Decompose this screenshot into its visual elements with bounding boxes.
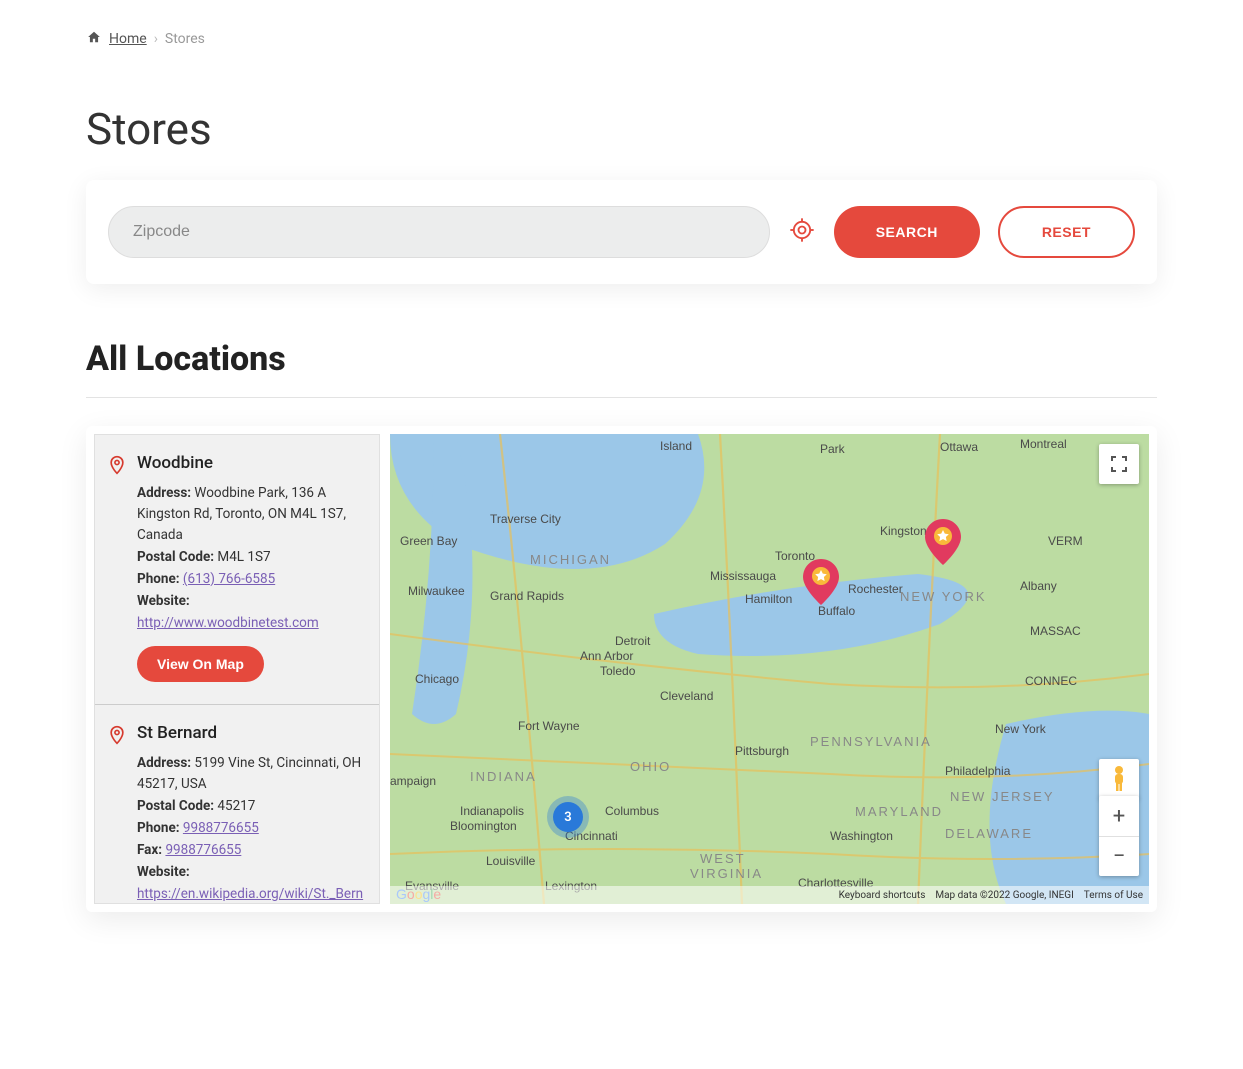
- map-label: Pittsburgh: [735, 744, 789, 758]
- map-label: MARYLAND: [855, 804, 943, 819]
- map-label: NEW JERSEY: [950, 789, 1055, 804]
- map-label: Toledo: [600, 664, 635, 678]
- map-label: Detroit: [615, 634, 650, 648]
- map-label: Washington: [830, 829, 893, 843]
- postal-label: Postal Code:: [137, 798, 214, 814]
- website-link[interactable]: http://www.woodbinetest.com: [137, 615, 319, 631]
- page-title: Stores: [86, 103, 1157, 155]
- map-pin-icon: [107, 725, 127, 749]
- map-pin-icon: [107, 455, 127, 479]
- map-label: OHIO: [630, 759, 671, 774]
- map-marker-icon[interactable]: [925, 519, 961, 565]
- address-label: Address:: [137, 755, 191, 771]
- map-label: Ann Arbor: [580, 649, 633, 663]
- reset-button[interactable]: RESET: [998, 206, 1135, 258]
- map-label: Fort Wayne: [518, 719, 580, 733]
- map-label: New York: [995, 722, 1046, 736]
- map-label: Hamilton: [745, 592, 792, 606]
- terms-link[interactable]: Terms of Use: [1084, 890, 1143, 901]
- location-name: St Bernard: [137, 723, 365, 743]
- phone-label: Phone:: [137, 820, 180, 836]
- zoom-in-button[interactable]: +: [1099, 796, 1139, 836]
- map-label: Chicago: [415, 672, 459, 686]
- chevron-right-icon: ›: [154, 31, 158, 47]
- locate-me-icon[interactable]: [788, 216, 816, 248]
- map-label: Philadelphia: [945, 764, 1010, 778]
- location-name: Woodbine: [137, 453, 365, 473]
- home-icon: [86, 30, 102, 48]
- map-label: Park: [820, 442, 845, 456]
- location-card: Woodbine Address: Woodbine Park, 136 A K…: [95, 435, 379, 705]
- breadcrumb-current: Stores: [165, 31, 205, 47]
- map-label: DELAWARE: [945, 826, 1033, 841]
- map-cluster-marker[interactable]: 3: [553, 802, 583, 832]
- map-label: Island: [660, 439, 692, 453]
- address-label: Address:: [137, 485, 191, 501]
- map-label: Ottawa: [940, 440, 978, 454]
- fax-link[interactable]: 9988776655: [165, 842, 241, 858]
- map-label: VERM: [1048, 534, 1083, 548]
- breadcrumb: Home › Stores: [86, 30, 1157, 48]
- locations-container: Woodbine Address: Woodbine Park, 136 A K…: [86, 426, 1157, 912]
- map-label: Montreal: [1020, 437, 1067, 451]
- map-tiles: [390, 434, 1149, 904]
- map-label: MASSAC: [1030, 624, 1081, 638]
- map[interactable]: Island Park Ottawa Montreal Traverse Cit…: [390, 434, 1149, 904]
- map-data-text: Map data ©2022 Google, INEGI: [935, 890, 1073, 901]
- website-label: Website:: [137, 593, 190, 609]
- map-label: Louisville: [486, 854, 535, 868]
- location-list[interactable]: Woodbine Address: Woodbine Park, 136 A K…: [94, 434, 380, 904]
- map-marker-icon[interactable]: [803, 559, 839, 605]
- search-button[interactable]: SEARCH: [834, 206, 980, 258]
- section-title: All Locations: [86, 339, 1157, 379]
- search-panel: SEARCH RESET: [86, 180, 1157, 284]
- map-label: INDIANA: [470, 769, 537, 784]
- fax-label: Fax:: [137, 842, 162, 858]
- map-attribution: Keyboard shortcuts Map data ©2022 Google…: [390, 886, 1149, 904]
- phone-label: Phone:: [137, 571, 180, 587]
- view-on-map-button[interactable]: View On Map: [137, 646, 264, 682]
- map-label: Green Bay: [400, 534, 457, 548]
- map-label: PENNSYLVANIA: [810, 734, 932, 749]
- zoom-controls: + −: [1099, 796, 1139, 876]
- map-label: ampaign: [390, 774, 436, 788]
- map-label: Mississauga: [710, 569, 776, 583]
- map-label: NEW YORK: [900, 589, 987, 604]
- map-label: Milwaukee: [408, 584, 465, 598]
- map-label: Buffalo: [818, 604, 855, 618]
- map-label: Traverse City: [490, 512, 561, 526]
- map-label: WEST: [700, 851, 746, 866]
- map-label: Indianapolis: [460, 804, 524, 818]
- streetview-pegman-icon[interactable]: [1099, 759, 1139, 799]
- postal-label: Postal Code:: [137, 549, 214, 565]
- divider: [86, 397, 1157, 398]
- zoom-out-button[interactable]: −: [1099, 836, 1139, 876]
- map-label: VIRGINIA: [690, 866, 763, 881]
- map-label: Kingston: [880, 524, 927, 538]
- postal-value: 45217: [217, 798, 255, 814]
- website-link[interactable]: https://en.wikipedia.org/wiki/St._Bern: [137, 886, 363, 902]
- phone-link[interactable]: (613) 766-6585: [183, 571, 275, 587]
- map-label: Rochester: [848, 582, 903, 596]
- map-label: Grand Rapids: [490, 589, 564, 603]
- phone-link[interactable]: 9988776655: [183, 820, 259, 836]
- breadcrumb-home-link[interactable]: Home: [109, 31, 147, 47]
- map-label: Cleveland: [660, 689, 713, 703]
- website-label: Website:: [137, 864, 190, 880]
- zipcode-input[interactable]: [108, 206, 770, 258]
- fullscreen-button[interactable]: [1099, 444, 1139, 484]
- postal-value: M4L 1S7: [217, 549, 270, 565]
- map-label: MICHIGAN: [530, 552, 611, 567]
- keyboard-shortcuts-link[interactable]: Keyboard shortcuts: [839, 890, 926, 901]
- map-label: Bloomington: [450, 819, 517, 833]
- map-label: Columbus: [605, 804, 659, 818]
- map-label: Albany: [1020, 579, 1057, 593]
- location-card: St Bernard Address: 5199 Vine St, Cincin…: [95, 705, 379, 904]
- map-label: CONNEC: [1025, 674, 1077, 688]
